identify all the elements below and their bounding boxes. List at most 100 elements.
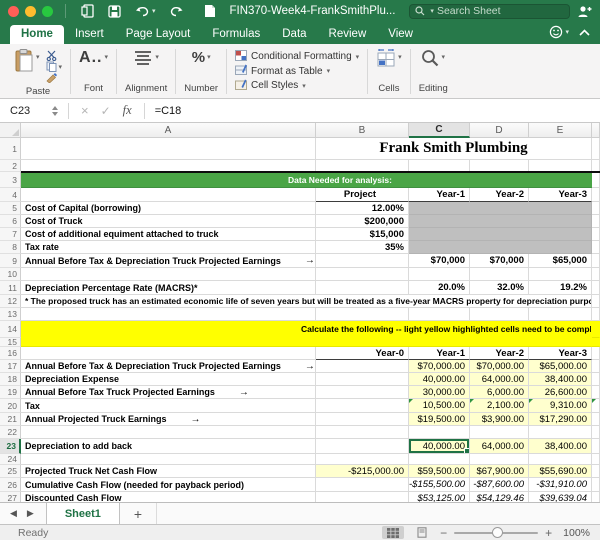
- cell-D25[interactable]: $67,900.00: [470, 465, 529, 478]
- row-header-5[interactable]: 5: [0, 202, 21, 215]
- cell-D19[interactable]: 6,000.00: [470, 386, 529, 399]
- row-header-24[interactable]: 24: [0, 454, 21, 465]
- cell-E13[interactable]: [529, 308, 592, 321]
- cell-F24[interactable]: [592, 454, 600, 465]
- cell-F25[interactable]: [592, 465, 600, 478]
- cell-C10[interactable]: [409, 268, 470, 281]
- row-header-23[interactable]: 23: [0, 439, 21, 454]
- cell-D4[interactable]: Year-2: [470, 188, 529, 202]
- cell-B18[interactable]: [316, 373, 409, 386]
- insert-function-icon[interactable]: fx: [123, 103, 132, 118]
- cell-F9[interactable]: [592, 254, 600, 268]
- cell-A21[interactable]: Annual Projected Truck Earnings→: [21, 413, 316, 426]
- cell-B7[interactable]: $15,000: [316, 228, 409, 241]
- undo-caret-icon[interactable]: ▾: [152, 7, 156, 15]
- collapse-ribbon-icon[interactable]: [579, 23, 590, 41]
- cell-B9[interactable]: [316, 254, 409, 268]
- cell-A5[interactable]: Cost of Capital (borrowing): [21, 202, 316, 215]
- conditional-formatting-button[interactable]: Conditional Formatting▾: [235, 50, 359, 63]
- name-box[interactable]: C23: [0, 99, 62, 122]
- name-box-stepper[interactable]: [52, 106, 58, 116]
- page-layout-view-button[interactable]: [411, 526, 433, 539]
- cell-B5[interactable]: 12.00%: [316, 202, 409, 215]
- cell-C22[interactable]: [409, 426, 470, 439]
- copy-caret-icon[interactable]: ▾: [59, 63, 63, 71]
- cell-E27[interactable]: $39,639.04: [529, 492, 592, 502]
- cell-A4[interactable]: [21, 188, 316, 202]
- cell-C17[interactable]: $70,000.00: [409, 360, 470, 373]
- cell-F3[interactable]: [592, 172, 600, 188]
- close-window-button[interactable]: [8, 6, 19, 17]
- cell-A26[interactable]: Cumulative Cash Flow (needed for payback…: [21, 478, 316, 492]
- row-header-22[interactable]: 22: [0, 426, 21, 439]
- cell-F6[interactable]: [592, 215, 600, 228]
- search-input[interactable]: ▾ Search Sheet: [409, 4, 570, 19]
- redo-icon[interactable]: [169, 5, 183, 18]
- document-title[interactable]: FIN370-Week4-FrankSmithPlu...: [229, 5, 395, 17]
- row-header-25[interactable]: 25: [0, 465, 21, 478]
- cell-E11[interactable]: 19.2%: [529, 281, 592, 295]
- smiley-caret-icon[interactable]: ▾: [565, 28, 569, 36]
- cell-D10[interactable]: [470, 268, 529, 281]
- sheet-tab-sheet1[interactable]: Sheet1: [46, 503, 120, 524]
- search-scope-caret-icon[interactable]: ▾: [430, 7, 434, 15]
- cell-C13[interactable]: [409, 308, 470, 321]
- font-caret-icon[interactable]: ▾: [104, 53, 108, 61]
- alignment-caret-icon[interactable]: ▾: [155, 53, 159, 61]
- cell-F17[interactable]: [592, 360, 600, 373]
- cell-C6[interactable]: [409, 215, 592, 228]
- number-caret-icon[interactable]: ▾: [207, 53, 211, 61]
- row-header-13[interactable]: 13: [0, 308, 21, 321]
- cell-C7[interactable]: [409, 228, 592, 241]
- enter-icon[interactable]: ✓: [101, 104, 111, 118]
- cell-F18[interactable]: [592, 373, 600, 386]
- undo-icon[interactable]: ▾: [135, 5, 156, 18]
- cell-styles-button[interactable]: Cell Styles▾: [235, 79, 359, 92]
- cell-D26[interactable]: -$87,600.00: [470, 478, 529, 492]
- cell-F20[interactable]: [592, 399, 600, 413]
- cell-B10[interactable]: [316, 268, 409, 281]
- share-person-add-icon[interactable]: [577, 5, 592, 18]
- cells-caret-icon[interactable]: ▾: [398, 53, 402, 61]
- font-button[interactable]: A.. ▾: [79, 49, 108, 67]
- selected-cell[interactable]: 40,000.00: [409, 439, 470, 454]
- cell-B21[interactable]: [316, 413, 409, 426]
- cell-A9[interactable]: Annual Before Tax & Depreciation Truck P…: [21, 254, 316, 268]
- sheet-title[interactable]: Frank Smith Plumbing: [316, 138, 592, 160]
- cell-A11[interactable]: Depreciation Percentage Rate (MACRS)*: [21, 281, 316, 295]
- select-all-corner[interactable]: [0, 123, 21, 138]
- cell-A1[interactable]: [21, 138, 316, 160]
- column-header-F[interactable]: [592, 123, 600, 138]
- zoom-out-button[interactable]: −: [440, 526, 447, 540]
- save-icon[interactable]: [108, 5, 121, 18]
- cell-A8[interactable]: Tax rate: [21, 241, 316, 254]
- cell-A23[interactable]: Depreciation to add back: [21, 439, 316, 454]
- tab-page-layout[interactable]: Page Layout: [115, 25, 202, 44]
- cell-D9[interactable]: $70,000: [470, 254, 529, 268]
- row-header-26[interactable]: 26: [0, 478, 21, 492]
- cell-D17[interactable]: $70,000.00: [470, 360, 529, 373]
- cell-A19[interactable]: Annual Before Tax Truck Projected Earnin…: [21, 386, 316, 399]
- row-header-10[interactable]: 10: [0, 268, 21, 281]
- cell-F16[interactable]: [592, 347, 600, 360]
- zoom-slider[interactable]: [454, 532, 538, 534]
- cell-F26[interactable]: [592, 478, 600, 492]
- cell-F15[interactable]: [592, 338, 600, 347]
- cell-C9[interactable]: $70,000: [409, 254, 470, 268]
- cell-D13[interactable]: [470, 308, 529, 321]
- feedback-smiley-icon[interactable]: ▾: [549, 25, 569, 39]
- cell-C11[interactable]: 20.0%: [409, 281, 470, 295]
- cell-B19[interactable]: [316, 386, 409, 399]
- new-document-icon[interactable]: [81, 4, 94, 18]
- cell-F7[interactable]: [592, 228, 600, 241]
- cell-F23[interactable]: [592, 439, 600, 454]
- row-header-8[interactable]: 8: [0, 241, 21, 254]
- column-header-E[interactable]: E: [529, 123, 592, 138]
- column-header-C[interactable]: C: [409, 123, 470, 138]
- cell-D20[interactable]: 2,100.00: [470, 399, 529, 413]
- tab-home[interactable]: Home: [10, 25, 64, 44]
- row-header-6[interactable]: 6: [0, 215, 21, 228]
- cell-B24[interactable]: [316, 454, 409, 465]
- editing-button[interactable]: ▾: [421, 49, 445, 67]
- cut-button[interactable]: [46, 50, 63, 61]
